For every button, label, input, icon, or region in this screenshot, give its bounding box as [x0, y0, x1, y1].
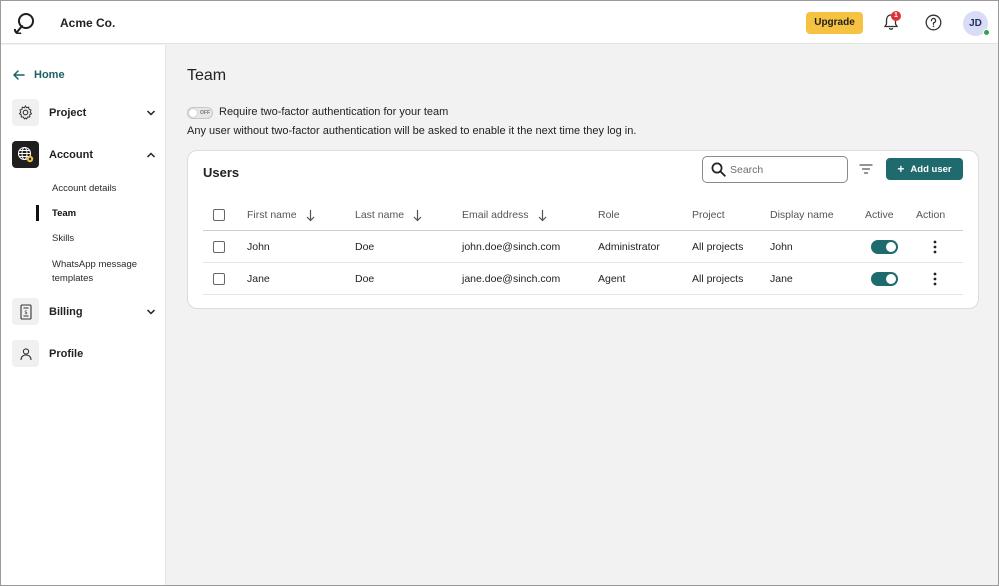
column-header-project: Project [692, 209, 725, 221]
table-header-row: First name Last name Email address Role … [203, 200, 963, 231]
sidebar-item-label: Account [49, 148, 93, 161]
toggle-knob [189, 109, 197, 117]
top-bar: Acme Co. Upgrade 1 JD [1, 1, 998, 44]
sidebar-item-billing[interactable]: $ Billing [12, 298, 158, 325]
two-factor-label: Require two-factor authentication for yo… [219, 106, 449, 118]
add-user-button[interactable]: + Add user [886, 158, 963, 180]
chevron-down-icon [146, 308, 156, 315]
cell-active [871, 263, 898, 294]
column-header-email[interactable]: Email address [462, 200, 547, 230]
search-box[interactable] [702, 156, 848, 183]
notification-badge: 1 [891, 11, 901, 21]
chevron-up-icon [146, 151, 156, 158]
svg-text:$: $ [24, 310, 28, 316]
cell-role: Agent [598, 272, 626, 285]
users-table: First name Last name Email address Role … [203, 200, 963, 295]
row-select-cell [213, 231, 225, 262]
search-icon [711, 162, 726, 177]
cell-action [933, 231, 937, 262]
cell-last-name: Doe [355, 240, 375, 253]
cell-display-name: Jane [770, 272, 793, 285]
cell-last-name: Doe [355, 272, 375, 285]
sidebar-item-label: Billing [49, 305, 83, 318]
sort-arrow-icon[interactable] [306, 209, 315, 222]
app-window: Acme Co. Upgrade 1 JD Home Project Accou… [0, 0, 999, 586]
online-status-dot [983, 29, 990, 36]
row-checkbox[interactable] [213, 240, 225, 253]
sidebar-item-label: Project [49, 106, 87, 119]
table-row: John Doe john.doe@sinch.com Administrato… [203, 231, 963, 263]
cell-first-name: John [247, 240, 270, 253]
sidebar-item-project[interactable]: Project [12, 99, 158, 126]
column-header-last-name[interactable]: Last name [355, 200, 422, 230]
column-header-first-name[interactable]: First name [247, 200, 315, 230]
active-toggle[interactable] [871, 271, 898, 286]
page-title: Team [187, 67, 227, 84]
two-factor-toggle[interactable]: OFF [187, 107, 213, 119]
plus-icon: + [897, 162, 905, 176]
select-all-checkbox[interactable] [213, 209, 225, 221]
arrow-left-icon [13, 70, 25, 80]
help-icon[interactable] [925, 14, 942, 31]
table-row: Jane Doe jane.doe@sinch.com Agent All pr… [203, 263, 963, 295]
column-label: Email address [462, 209, 529, 221]
sidebar-subitem-team[interactable]: Team [52, 208, 76, 219]
home-label: Home [34, 69, 65, 81]
cell-email: jane.doe@sinch.com [462, 272, 561, 285]
cell-first-name: Jane [247, 272, 270, 285]
search-input[interactable] [730, 163, 840, 176]
cell-display-name: John [770, 240, 793, 253]
toggle-knob [886, 241, 896, 252]
gear-icon [12, 99, 39, 126]
column-header-display-name: Display name [770, 209, 834, 221]
receipt-icon: $ [12, 298, 39, 325]
globe-icon [12, 141, 39, 168]
sidebar-item-profile[interactable]: Profile [12, 340, 158, 367]
sidebar-subitem-whatsapp-templates[interactable]: WhatsApp message templates [52, 258, 152, 286]
select-all-cell [213, 200, 225, 230]
column-label: First name [247, 209, 297, 221]
user-icon [12, 340, 39, 367]
cell-action [933, 263, 937, 294]
company-name: Acme Co. [60, 16, 116, 30]
row-select-cell [213, 263, 225, 294]
upgrade-button[interactable]: Upgrade [806, 12, 863, 34]
column-header-active: Active [865, 209, 894, 221]
cell-active [871, 231, 898, 262]
users-card: Users + Add user First name L [187, 150, 979, 309]
cell-role: Administrator [598, 240, 660, 253]
toggle-state-label: OFF [200, 110, 210, 116]
sidebar-item-label: Profile [49, 347, 84, 360]
sidebar: Home Project Account Account details Tea… [1, 45, 166, 585]
cell-project: All projects [692, 240, 744, 253]
more-vertical-icon[interactable] [933, 272, 937, 286]
logo-icon[interactable] [13, 12, 37, 34]
sort-arrow-icon[interactable] [538, 209, 547, 222]
sidebar-subitem-account-details[interactable]: Account details [52, 183, 116, 194]
cell-project: All projects [692, 272, 744, 285]
row-checkbox[interactable] [213, 272, 225, 285]
users-title: Users [203, 165, 240, 180]
two-factor-note: Any user without two-factor authenticati… [187, 125, 637, 137]
cell-email: john.doe@sinch.com [462, 240, 561, 253]
toggle-knob [886, 273, 896, 284]
column-label: Last name [355, 209, 405, 221]
sidebar-item-account[interactable]: Account [12, 141, 158, 168]
filter-icon[interactable] [859, 163, 873, 175]
more-vertical-icon[interactable] [933, 240, 937, 254]
active-indicator [36, 205, 39, 221]
column-header-role: Role [598, 209, 620, 221]
sort-arrow-icon[interactable] [413, 209, 422, 222]
chevron-down-icon [146, 109, 156, 116]
add-user-label: Add user [910, 163, 952, 175]
home-link[interactable]: Home [13, 69, 65, 81]
active-toggle[interactable] [871, 239, 898, 254]
sidebar-subitem-skills[interactable]: Skills [52, 233, 74, 244]
column-header-action: Action [916, 209, 946, 221]
